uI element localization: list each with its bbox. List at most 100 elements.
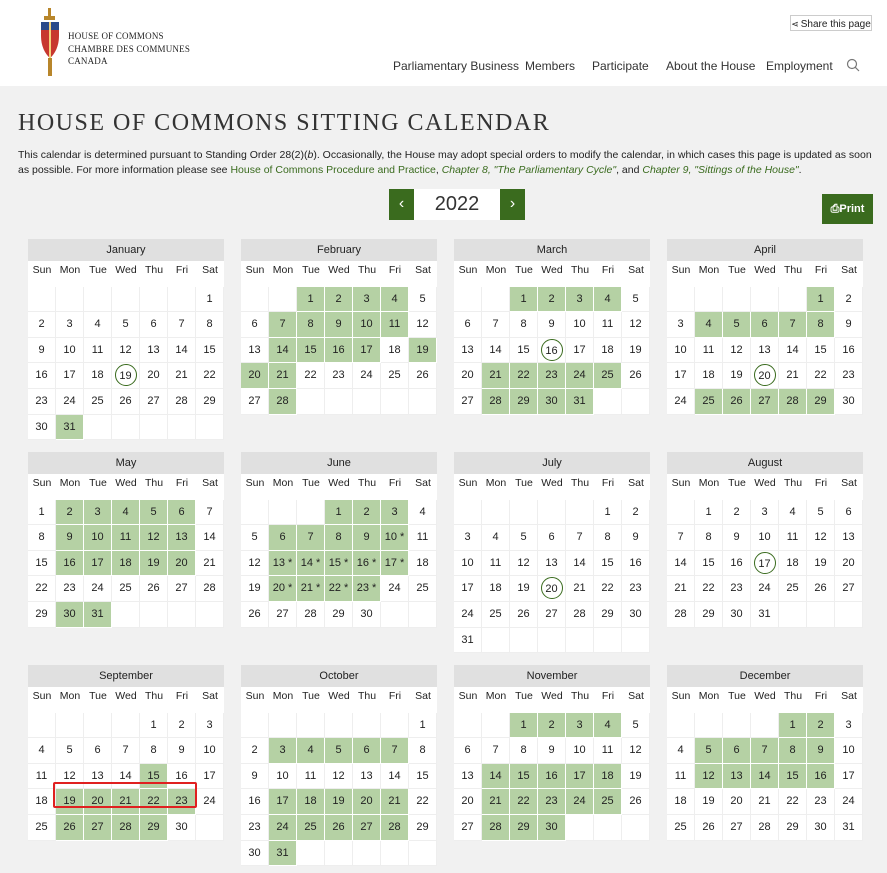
sitting-day: 3 bbox=[566, 286, 594, 313]
calendar-day: 13 bbox=[751, 337, 779, 364]
sitting-day: 3 bbox=[269, 738, 297, 764]
nav-members[interactable]: Members bbox=[525, 59, 575, 73]
sitting-day: 27 bbox=[353, 814, 381, 841]
empty-day bbox=[140, 286, 168, 313]
weekday-header: Fri bbox=[601, 264, 615, 276]
calendar-day: 3 bbox=[751, 499, 779, 526]
sitting-day: 2 bbox=[325, 286, 353, 313]
empty-day bbox=[667, 712, 695, 739]
nav-about-the-house[interactable]: About the House bbox=[666, 59, 755, 73]
calendar-day: 7 bbox=[482, 738, 510, 764]
calendar-day: 13 bbox=[353, 763, 381, 790]
weekday-header: Wed bbox=[328, 690, 350, 702]
calendar-day: 27 bbox=[140, 388, 168, 415]
sitting-day: 14 bbox=[482, 763, 510, 790]
share-button[interactable]: ⋖ Share this page bbox=[790, 15, 872, 31]
sitting-day: 12 bbox=[140, 525, 168, 551]
calendar-day: 13 bbox=[140, 337, 168, 364]
sitting-day: 31 bbox=[56, 414, 84, 441]
calendar-day: 14 bbox=[667, 550, 695, 577]
calendar-day: 19 bbox=[695, 789, 723, 815]
empty-day bbox=[112, 601, 140, 628]
sitting-day: 19 bbox=[56, 789, 84, 815]
calendar-day: 29 bbox=[594, 601, 622, 628]
calendar-day: 25 bbox=[28, 814, 56, 841]
sitting-day: 20 bbox=[168, 550, 196, 577]
weekday-header: Wed bbox=[541, 264, 563, 276]
month-november: November Sun Mon Tue Wed Thu Fri Sat 1 2 3 4 5 6 7 8 9 10… bbox=[454, 665, 650, 841]
circled-day: 16 bbox=[540, 338, 563, 361]
empty-day bbox=[454, 286, 482, 313]
calendar-day: 30 bbox=[807, 814, 835, 841]
procedure-practice-link[interactable]: House of Commons Procedure and Practice bbox=[230, 164, 435, 176]
calendar-day: 30 bbox=[168, 814, 196, 841]
calendar-day: 19 bbox=[622, 763, 650, 790]
calendar-day: 18 bbox=[482, 576, 510, 602]
empty-day bbox=[325, 712, 353, 739]
chapter-9-link[interactable]: Chapter 9, "Sittings of the House" bbox=[642, 164, 798, 176]
previous-year-button[interactable]: ‹ bbox=[389, 189, 414, 220]
print-button[interactable]: ⎙Print bbox=[822, 194, 873, 224]
calendar-day: 18 bbox=[28, 789, 56, 815]
month-may: May Sun Mon Tue Wed Thu Fri Sat 1 2 3 4 5 6 7 8 9 10 11 12 1… bbox=[28, 452, 224, 628]
sitting-day: 25 bbox=[297, 814, 325, 841]
calendar-day: 9 bbox=[538, 312, 566, 338]
weekday-header: Thu bbox=[357, 477, 377, 489]
sitting-day: 20 bbox=[241, 363, 269, 389]
sitting-day: 5 bbox=[140, 499, 168, 526]
sitting-day: 8 bbox=[807, 312, 835, 338]
search-icon[interactable] bbox=[846, 58, 860, 72]
calendar-day: 1 bbox=[409, 712, 437, 739]
calendar-day: 7 bbox=[566, 525, 594, 551]
weekday-header: Tue bbox=[728, 690, 746, 702]
circled-day: 20 bbox=[753, 364, 776, 387]
nav-participate[interactable]: Participate bbox=[592, 59, 649, 73]
empty-day bbox=[454, 499, 482, 526]
sitting-day: 13 bbox=[168, 525, 196, 551]
weekday-header: Sat bbox=[628, 690, 644, 702]
empty-day bbox=[409, 388, 437, 415]
nav-employment[interactable]: Employment bbox=[766, 59, 833, 73]
sitting-day: 17 bbox=[353, 337, 381, 364]
sitting-day: 1 bbox=[325, 499, 353, 526]
calendar-day: 11 bbox=[409, 525, 437, 551]
chapter-8-link[interactable]: Chapter 8, "The Parliamentary Cycle" bbox=[442, 164, 616, 176]
calendar-day: 17 bbox=[667, 363, 695, 389]
calendar-day: 20 bbox=[723, 789, 751, 815]
calendar-day: 23 bbox=[622, 576, 650, 602]
sitting-day: 23 bbox=[538, 363, 566, 389]
month-name: November bbox=[454, 665, 650, 687]
sitting-day: 6 bbox=[269, 525, 297, 551]
calendar-day: 18 bbox=[667, 789, 695, 815]
calendar-day: 3 bbox=[56, 312, 84, 338]
weekday-header: Mon bbox=[485, 264, 507, 276]
calendar-day: 13 bbox=[84, 763, 112, 790]
calendar-day: 12 bbox=[409, 312, 437, 338]
sitting-day: 7 bbox=[381, 738, 409, 764]
empty-day bbox=[482, 499, 510, 526]
calendar-day: 13 bbox=[454, 337, 482, 364]
next-year-button[interactable]: › bbox=[500, 189, 525, 220]
weekday-header: Fri bbox=[814, 264, 828, 276]
calendar-day: 25 bbox=[667, 814, 695, 841]
sitting-day: 21 bbox=[381, 789, 409, 815]
calendar-day: 17 bbox=[566, 337, 594, 364]
logo-text: HOUSE OF COMMONS CHAMBRE DES COMMUNES CA… bbox=[68, 30, 190, 68]
calendar-day: 18 bbox=[594, 337, 622, 364]
day-grid: Sun Mon Tue Wed Thu Fri Sat 1 2 3 4 5 6 7 8 9 10 11 12 13 14… bbox=[454, 261, 650, 415]
calendar-day: 22 bbox=[28, 576, 56, 602]
calendar-day: 12 bbox=[723, 337, 751, 364]
month-name: October bbox=[241, 665, 437, 687]
sitting-day: 10 * bbox=[381, 525, 409, 551]
calendar-day: 15 bbox=[28, 550, 56, 577]
calendar-day: 16 bbox=[538, 337, 566, 364]
sitting-day: 28 bbox=[381, 814, 409, 841]
sitting-day: 19 bbox=[140, 550, 168, 577]
empty-day bbox=[667, 286, 695, 313]
calendar-day: 18 bbox=[695, 363, 723, 389]
calendar-day: 11 bbox=[594, 312, 622, 338]
calendar-day: 14 bbox=[779, 337, 807, 364]
nav-parliamentary-business[interactable]: Parliamentary Business bbox=[393, 59, 519, 73]
empty-day bbox=[381, 601, 409, 628]
empty-day bbox=[667, 499, 695, 526]
